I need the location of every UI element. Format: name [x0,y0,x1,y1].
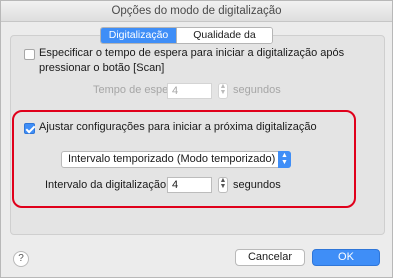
help-button[interactable]: ? [13,251,29,267]
wait-time-checkbox-label-line1: Especificar o tempo de espera para inici… [39,47,345,59]
adjust-settings-checkbox[interactable] [24,123,36,134]
tab-digitalizacao[interactable]: Digitalização [101,28,176,43]
adjust-settings-checkbox-label: Ajustar configurações para iniciar a pró… [39,121,317,133]
scan-mode-select-value: Intervalo temporizado (Modo temporizado) [68,153,276,165]
tab-qualidade-da-imagem[interactable]: Qualidade da imagem [176,28,272,43]
wait-time-field[interactable]: 4 [167,83,212,99]
scan-mode-options-window: Opções do modo de digitalização Digitali… [0,0,393,278]
scan-interval-unit: segundos [233,179,281,191]
scan-interval-label: Intervalo da digitalização: [45,179,170,191]
scan-interval-field[interactable]: 4 [167,177,212,193]
scan-interval-stepper[interactable]: ▲ ▼ [218,177,228,193]
tab-bar: Digitalização Qualidade da imagem [100,27,273,44]
cancel-button[interactable]: Cancelar [235,249,305,266]
checkmark-icon [25,123,36,134]
ok-button[interactable]: OK [312,249,380,266]
window-title: Opções do modo de digitalização [1,1,392,22]
scan-mode-select[interactable]: Intervalo temporizado (Modo temporizado)… [61,151,291,168]
chevron-updown-icon: ▲ ▼ [278,151,291,168]
wait-time-unit: segundos [233,84,281,96]
wait-time-checkbox-label-line2: pressionar o botão [Scan] [39,62,165,74]
wait-time-checkbox[interactable] [24,49,35,60]
wait-time-stepper[interactable]: ▲ ▼ [218,83,228,99]
